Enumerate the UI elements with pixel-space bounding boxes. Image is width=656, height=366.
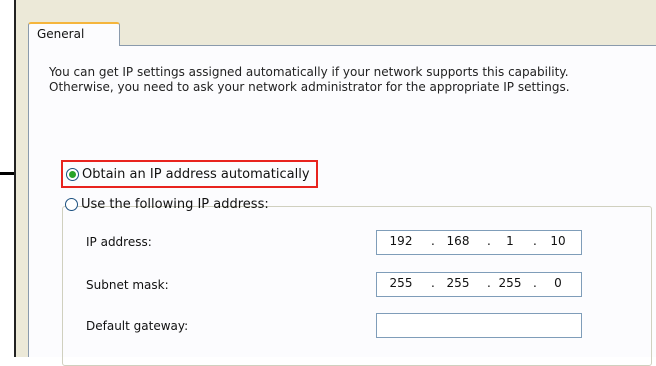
- octet-separator: .: [487, 276, 491, 290]
- subnet-octet-3: 255: [498, 276, 522, 290]
- octet-separator: .: [487, 234, 491, 248]
- subnet-octet-2: 255: [446, 276, 470, 290]
- subnet-mask-label: Subnet mask:: [86, 278, 169, 292]
- subnet-octet-4: 0: [554, 276, 562, 290]
- ip-octet-3: 1: [506, 234, 514, 248]
- tab-general[interactable]: General: [28, 22, 120, 46]
- subnet-mask-field[interactable]: 255 . 255 . 255 . 0: [376, 272, 582, 297]
- ip-octet-4: 10: [550, 234, 566, 248]
- octet-separator: .: [431, 276, 435, 290]
- obtain-ip-label: Obtain an IP address automatically: [82, 166, 310, 182]
- obtain-ip-automatically-option[interactable]: Obtain an IP address automatically: [61, 160, 318, 188]
- use-following-ip-radio[interactable]: [65, 197, 78, 211]
- description-text: You can get IP settings assigned automat…: [49, 65, 570, 94]
- octet-separator: .: [533, 234, 537, 248]
- subnet-octet-1: 255: [389, 276, 413, 290]
- default-gateway-field[interactable]: [376, 313, 582, 338]
- dialog-frame: General You can get IP settings assigned…: [14, 0, 656, 366]
- tab-general-label: General: [37, 27, 85, 41]
- obtain-ip-radio[interactable]: [66, 167, 79, 181]
- use-following-ip-label: Use the following IP address:: [81, 196, 269, 212]
- default-gateway-label: Default gateway:: [86, 319, 189, 333]
- ip-address-field[interactable]: 192 . 168 . 1 . 10: [376, 230, 582, 255]
- ip-octet-2: 168: [446, 234, 470, 248]
- use-following-ip-option[interactable]: Use the following IP address:: [65, 193, 269, 215]
- octet-separator: .: [431, 234, 435, 248]
- ip-address-label: IP address:: [86, 235, 152, 249]
- tab-panel-general: You can get IP settings assigned automat…: [28, 45, 656, 366]
- ip-octet-1: 192: [389, 234, 413, 248]
- octet-separator: .: [533, 276, 537, 290]
